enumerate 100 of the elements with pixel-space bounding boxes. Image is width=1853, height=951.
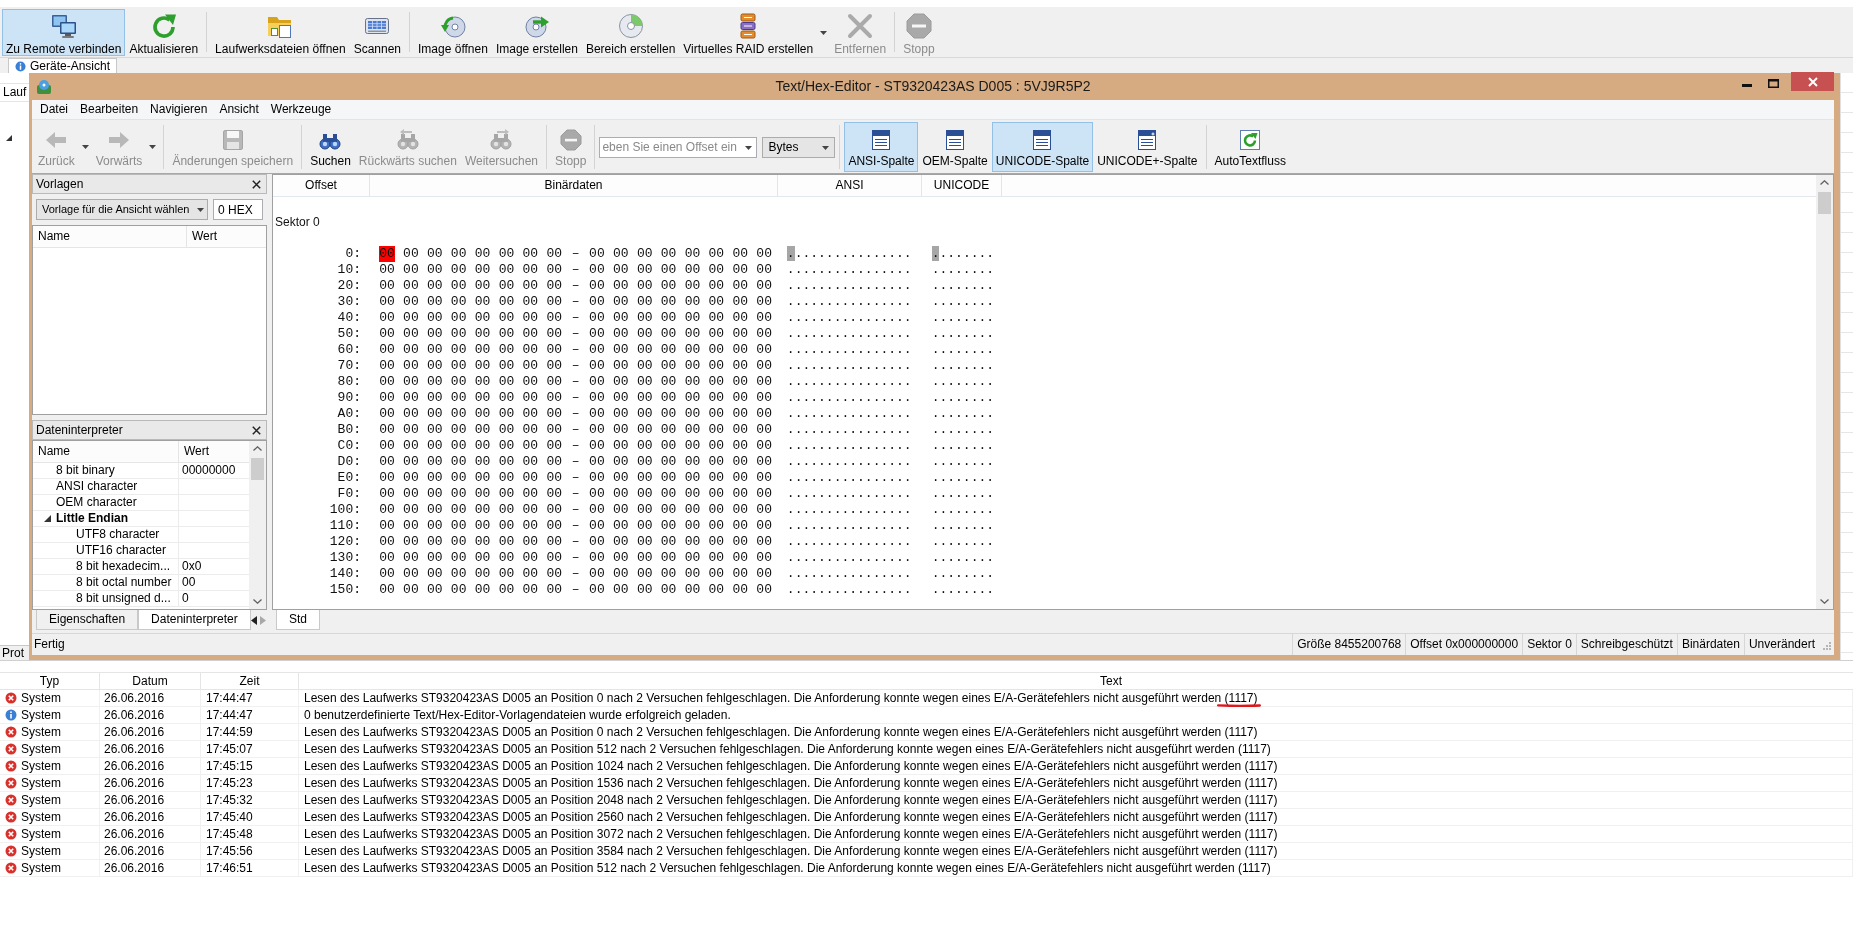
hex-byte[interactable]: 00 (498, 358, 515, 374)
unit-select[interactable]: Bytes (762, 137, 836, 158)
hex-byte[interactable]: 00 (522, 326, 539, 342)
hex-byte[interactable]: 00 (684, 262, 701, 278)
hex-byte[interactable]: 00 (756, 278, 773, 294)
close-button[interactable] (1791, 72, 1834, 91)
hex-byte[interactable]: 00 (426, 310, 443, 326)
hex-byte[interactable]: 00 (732, 262, 749, 278)
hex-byte[interactable]: 00 (612, 326, 629, 342)
hex-byte[interactable]: 00 (522, 278, 539, 294)
hex-byte[interactable]: 00 (474, 582, 491, 598)
hex-byte[interactable]: 00 (498, 422, 515, 438)
hex-byte[interactable]: 00 (426, 406, 443, 422)
hex-byte[interactable]: 00 (660, 374, 677, 390)
hex-byte[interactable]: 00 (546, 470, 563, 486)
hex-byte[interactable]: 00 (402, 294, 419, 310)
unicode-text[interactable]: ........ (931, 518, 995, 534)
hex-byte[interactable]: 00 (474, 374, 491, 390)
hex-byte[interactable]: 00 (474, 358, 491, 374)
hex-byte[interactable]: 00 (474, 518, 491, 534)
ansi-text[interactable]: ................ (786, 310, 912, 326)
hex-byte[interactable]: 00 (474, 422, 491, 438)
hex-byte[interactable]: 00 (522, 438, 539, 454)
hex-byte[interactable]: 00 (522, 486, 539, 502)
hex-byte[interactable]: 00 (522, 406, 539, 422)
hex-byte[interactable]: 00 (426, 486, 443, 502)
ansi-text[interactable]: ................ (786, 278, 912, 294)
unicode-text[interactable]: ........ (931, 342, 995, 358)
hex-byte[interactable]: 00 (660, 358, 677, 374)
hex-byte[interactable]: 00 (426, 566, 443, 582)
column-header[interactable]: Wert (187, 226, 218, 247)
hex-byte[interactable]: 00 (546, 358, 563, 374)
hex-byte[interactable]: 00 (498, 262, 515, 278)
close-icon[interactable] (252, 179, 261, 189)
hex-byte[interactable]: 00 (636, 582, 653, 598)
hex-byte[interactable]: 00 (588, 390, 605, 406)
offset-input[interactable]: 0 HEX (213, 199, 263, 220)
hex-byte[interactable]: 00 (546, 534, 563, 550)
hex-byte[interactable]: 00 (756, 342, 773, 358)
hex-byte[interactable]: 00 (379, 374, 395, 390)
hex-byte[interactable]: 00 (474, 390, 491, 406)
hex-byte[interactable]: 00 (402, 470, 419, 486)
hex-byte[interactable]: 00 (498, 550, 515, 566)
hex-byte[interactable]: 00 (612, 406, 629, 422)
maximize-icon[interactable] (1768, 79, 1779, 88)
tab[interactable]: Dateninterpreter (138, 610, 251, 630)
unicode-text[interactable]: ........ (931, 422, 995, 438)
hex-byte[interactable]: 00 (756, 566, 773, 582)
hex-byte[interactable]: 00 (636, 246, 653, 262)
unicode-text[interactable]: ........ (931, 454, 995, 470)
hex-byte[interactable]: 00 (546, 438, 563, 454)
unicode-text[interactable]: ........ (931, 438, 995, 454)
unicode-text[interactable]: ........ (931, 326, 995, 342)
hex-byte[interactable]: 00 (426, 374, 443, 390)
hex-byte[interactable]: 00 (402, 534, 419, 550)
unicode-text[interactable]: ........ (931, 294, 995, 310)
hex-byte[interactable]: 00 (426, 550, 443, 566)
unicode-text[interactable]: ........ (931, 390, 995, 406)
hex-byte[interactable]: 00 (379, 454, 395, 470)
hex-byte[interactable]: 00 (660, 406, 677, 422)
hex-byte[interactable]: 00 (756, 582, 773, 598)
hex-byte[interactable]: 00 (450, 422, 467, 438)
hex-byte[interactable]: 00 (636, 406, 653, 422)
hex-byte[interactable]: 00 (612, 278, 629, 294)
hex-byte[interactable]: 00 (474, 566, 491, 582)
toolbar-button[interactable]: OEM-Spalte (918, 122, 992, 172)
unicode-text[interactable]: ........ (931, 310, 995, 326)
hex-byte[interactable]: 00 (708, 262, 725, 278)
hex-byte[interactable]: 00 (426, 438, 443, 454)
hex-byte[interactable]: 00 (474, 438, 491, 454)
menu-item[interactable]: Navigieren (144, 100, 214, 119)
hex-byte[interactable]: 00 (588, 518, 605, 534)
hex-byte[interactable]: 00 (522, 342, 539, 358)
hex-byte[interactable]: 00 (379, 566, 395, 582)
hex-byte[interactable]: 00 (522, 310, 539, 326)
hex-byte[interactable]: 00 (588, 406, 605, 422)
hex-byte[interactable]: 00 (612, 262, 629, 278)
hex-byte[interactable]: 00 (402, 486, 419, 502)
hex-byte[interactable]: 00 (756, 390, 773, 406)
ansi-text[interactable]: ................ (786, 438, 912, 454)
hex-byte[interactable]: 00 (426, 470, 443, 486)
hex-byte[interactable]: 00 (522, 502, 539, 518)
hex-byte[interactable]: 00 (474, 310, 491, 326)
hex-byte[interactable]: 00 (588, 246, 605, 262)
hex-byte[interactable]: 00 (474, 246, 491, 262)
hex-byte[interactable]: 00 (708, 326, 725, 342)
hex-byte[interactable]: 00 (612, 358, 629, 374)
hex-byte[interactable]: 00 (684, 550, 701, 566)
hex-byte[interactable]: 00 (522, 246, 539, 262)
hex-byte[interactable]: 00 (379, 422, 395, 438)
hex-byte[interactable]: 00 (450, 358, 467, 374)
hex-byte[interactable]: 00 (660, 502, 677, 518)
hex-byte[interactable]: 00 (708, 390, 725, 406)
hex-byte[interactable]: 00 (708, 518, 725, 534)
hex-byte[interactable]: 00 (498, 454, 515, 470)
hex-byte[interactable]: 00 (379, 534, 395, 550)
hex-byte[interactable]: 00 (732, 358, 749, 374)
hex-byte[interactable]: 00 (379, 342, 395, 358)
toolbar-button[interactable]: Image öffnen (414, 9, 492, 56)
hex-byte[interactable]: 00 (450, 566, 467, 582)
